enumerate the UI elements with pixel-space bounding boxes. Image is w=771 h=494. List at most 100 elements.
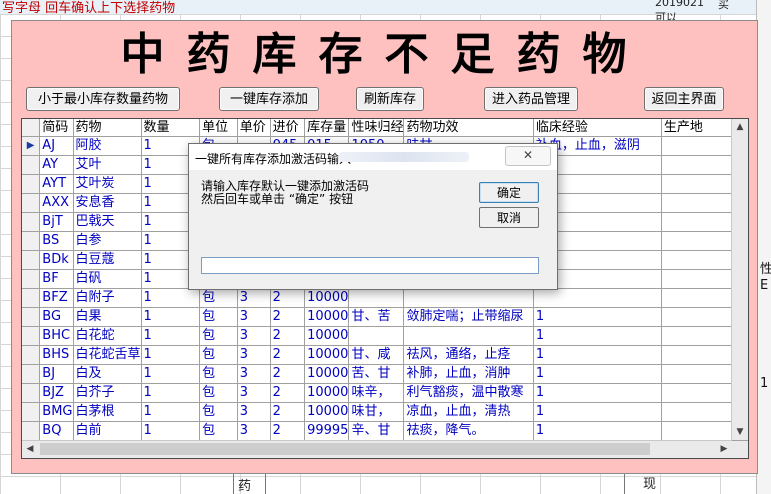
column-header[interactable]: 性味归经: [348, 119, 405, 137]
table-cell[interactable]: [661, 326, 737, 346]
min-stock-button[interactable]: 小于最小库存数量药物: [26, 87, 180, 111]
table-cell[interactable]: 3: [237, 421, 271, 441]
table-cell[interactable]: BQ: [39, 421, 74, 441]
table-cell[interactable]: 10000: [304, 307, 350, 327]
table-cell[interactable]: 1: [141, 345, 201, 365]
row-selector[interactable]: [22, 326, 41, 346]
dialog-titlebar[interactable]: 一键所有库存添加激活码输入 ✕: [189, 144, 557, 170]
row-selector[interactable]: [22, 345, 41, 365]
table-cell[interactable]: 3: [237, 288, 271, 308]
table-cell[interactable]: 1: [533, 421, 662, 441]
row-selector[interactable]: [22, 212, 41, 232]
table-cell[interactable]: AXX: [39, 193, 74, 213]
table-cell[interactable]: 白花蛇: [73, 326, 142, 346]
table-row[interactable]: BFZ白附子1包32100001: [22, 288, 748, 308]
table-cell[interactable]: 2: [270, 364, 306, 384]
table-cell[interactable]: BjT: [39, 212, 74, 232]
refresh-stock-button[interactable]: 刷新库存: [356, 87, 424, 111]
row-selector[interactable]: [22, 402, 41, 422]
row-selector[interactable]: [22, 231, 41, 251]
table-cell[interactable]: 3: [237, 364, 271, 384]
table-cell[interactable]: 1: [533, 383, 662, 403]
table-cell[interactable]: 白芥子: [73, 383, 142, 403]
table-cell[interactable]: AY: [39, 155, 74, 175]
table-row[interactable]: BHS白花蛇舌草1包3210000甘、咸祛风，通络，止痉11: [22, 345, 748, 365]
table-cell[interactable]: 白前: [73, 421, 142, 441]
column-header[interactable]: 简码: [39, 119, 74, 137]
table-row[interactable]: BHC白花蛇1包321000011: [22, 326, 748, 346]
table-cell[interactable]: [661, 136, 737, 156]
table-cell[interactable]: BJ: [39, 364, 74, 384]
table-cell[interactable]: 包: [199, 421, 238, 441]
table-cell[interactable]: 10000: [304, 364, 350, 384]
table-cell[interactable]: BMG: [39, 402, 74, 422]
table-cell[interactable]: 艾叶炭: [73, 174, 142, 194]
table-cell[interactable]: 1: [141, 364, 201, 384]
table-cell[interactable]: 10000: [304, 402, 350, 422]
table-row[interactable]: BJ白及1包3210000苦、甘补肺，止血，消肿11: [22, 364, 748, 384]
table-cell[interactable]: 99995: [304, 421, 350, 441]
table-cell[interactable]: 1: [533, 326, 662, 346]
table-cell[interactable]: 甘、咸: [348, 345, 405, 365]
table-cell[interactable]: [661, 250, 737, 270]
current-row-pointer-icon[interactable]: ▶: [22, 136, 41, 156]
table-cell[interactable]: 1: [141, 307, 201, 327]
row-selector[interactable]: [22, 250, 41, 270]
column-header[interactable]: 单位: [199, 119, 238, 137]
table-cell[interactable]: 艾叶: [73, 155, 142, 175]
table-cell[interactable]: 敛肺定喘；止带缩尿: [403, 307, 534, 327]
enter-management-button[interactable]: 进入药品管理: [484, 87, 578, 111]
row-selector[interactable]: [22, 307, 41, 327]
table-row[interactable]: BJZ白芥子1包3210000味辛，利气豁痰，温中散寒11: [22, 383, 748, 403]
table-cell[interactable]: [661, 421, 737, 441]
table-cell[interactable]: 味甘，: [348, 402, 405, 422]
table-cell[interactable]: 包: [199, 288, 238, 308]
table-cell[interactable]: 10000: [304, 288, 350, 308]
table-cell[interactable]: 白矾: [73, 269, 142, 289]
table-row[interactable]: BQ白前1包3299995辛、甘祛痰，降气。11: [22, 421, 748, 441]
table-cell[interactable]: 1: [141, 421, 201, 441]
table-cell[interactable]: 10000: [304, 326, 350, 346]
column-header[interactable]: 药物: [73, 119, 142, 137]
table-cell[interactable]: 1: [141, 288, 201, 308]
table-cell[interactable]: [661, 383, 737, 403]
table-cell[interactable]: 10000: [304, 345, 350, 365]
column-header[interactable]: 数量: [141, 119, 201, 137]
table-cell[interactable]: [348, 326, 405, 346]
table-cell[interactable]: 2: [270, 402, 306, 422]
table-cell[interactable]: 3: [237, 326, 271, 346]
activation-code-input[interactable]: [201, 257, 539, 274]
table-cell[interactable]: 10000: [304, 383, 350, 403]
table-cell[interactable]: 1: [533, 307, 662, 327]
table-cell[interactable]: 白果: [73, 307, 142, 327]
table-cell[interactable]: BHS: [39, 345, 74, 365]
table-cell[interactable]: 祛风，通络，止痉: [403, 345, 534, 365]
row-selector[interactable]: [22, 193, 41, 213]
table-cell[interactable]: [533, 288, 662, 308]
table-cell[interactable]: 安息香: [73, 193, 142, 213]
table-cell[interactable]: 1: [141, 383, 201, 403]
column-header[interactable]: 库存量: [304, 119, 350, 137]
table-cell[interactable]: 白附子: [73, 288, 142, 308]
table-cell[interactable]: 白花蛇舌草: [73, 345, 142, 365]
table-cell[interactable]: [661, 174, 737, 194]
row-selector[interactable]: [22, 421, 41, 441]
table-cell[interactable]: 2: [270, 383, 306, 403]
scroll-up-icon[interactable]: ▲: [732, 119, 748, 135]
column-header[interactable]: 进价: [270, 119, 306, 137]
grid-vertical-scrollbar[interactable]: ▲ ▼: [731, 119, 748, 440]
table-cell[interactable]: [403, 288, 534, 308]
table-cell[interactable]: AJ: [39, 136, 74, 156]
table-cell[interactable]: [403, 326, 534, 346]
table-cell[interactable]: 补肺，止血，消肿: [403, 364, 534, 384]
table-cell[interactable]: 阿胶: [73, 136, 142, 156]
table-cell[interactable]: 1: [141, 326, 201, 346]
table-cell[interactable]: 2: [270, 326, 306, 346]
table-cell[interactable]: 1: [533, 364, 662, 384]
table-cell[interactable]: 2: [270, 345, 306, 365]
row-selector[interactable]: [22, 383, 41, 403]
table-cell[interactable]: [661, 345, 737, 365]
column-header[interactable]: 单价: [237, 119, 271, 137]
table-cell[interactable]: [661, 288, 737, 308]
table-cell[interactable]: [348, 288, 405, 308]
